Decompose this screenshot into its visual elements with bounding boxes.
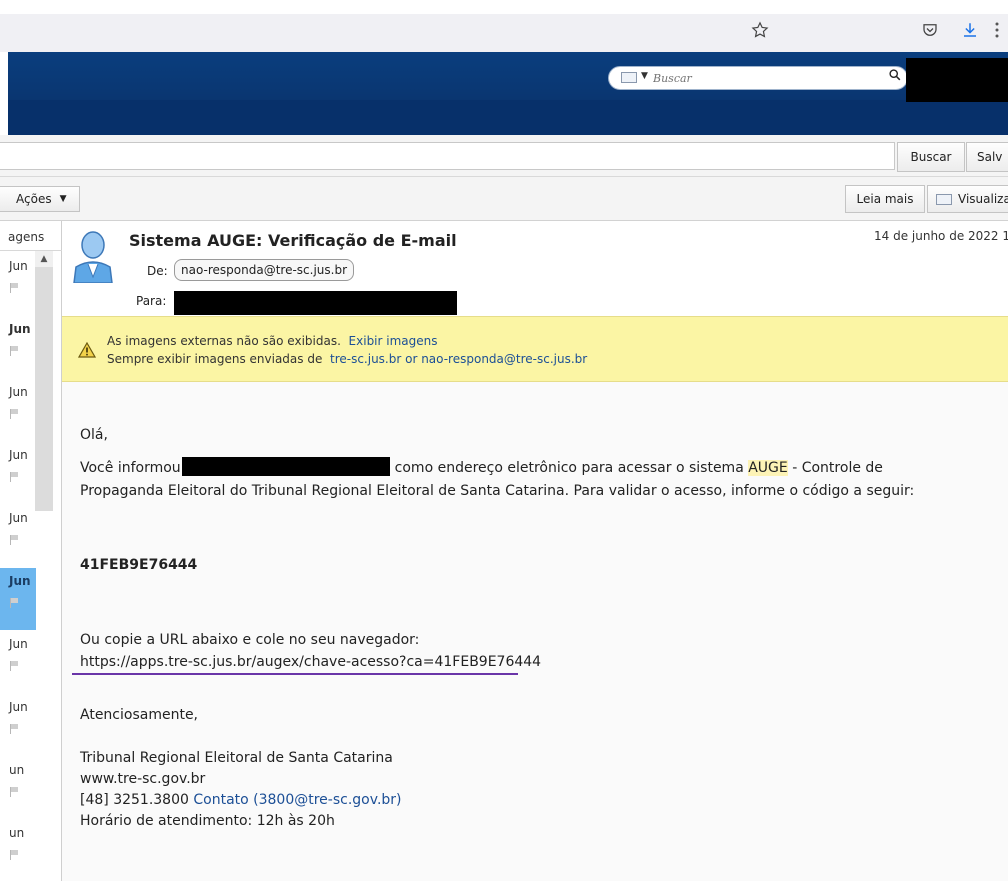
from-label: De: [147, 264, 168, 278]
sender-address[interactable]: nao-responda@tre-sc.jus.br [174, 259, 355, 281]
envelope-icon[interactable] [621, 72, 637, 83]
verification-code: 41FEB9E76444 [80, 557, 198, 573]
list-column-header[interactable]: agens [0, 221, 62, 251]
download-icon[interactable] [958, 18, 982, 42]
contact-link[interactable]: Contato [193, 792, 248, 808]
list-item-date: Jun [9, 322, 31, 336]
quick-search-bar: Buscar Salv [0, 135, 1008, 177]
list-item-date: Jun [9, 700, 28, 714]
flag-icon[interactable] [10, 850, 19, 860]
verification-url-link[interactable]: https://apps.tre-sc.jus.br/augex/chave-a… [80, 654, 541, 670]
list-item-date: Jun [9, 574, 31, 588]
caret-down-icon: ▼ [59, 194, 67, 204]
warning-icon [77, 341, 97, 358]
flag-icon[interactable] [10, 598, 19, 608]
caret-down-icon[interactable]: ▼ [641, 71, 648, 81]
notice-text-2: Sempre exibir imagens enviadas de [107, 352, 323, 366]
message-subject: Sistema AUGE: Verificação de E-mail [129, 231, 457, 250]
message-list: agens ▲ Jun Jun Jun Jun Jun Jun Jun Jun un un [0, 221, 62, 881]
quick-search-input[interactable] [0, 142, 895, 170]
header-band [8, 100, 1008, 135]
browser-toolbar [0, 0, 1008, 52]
flag-icon[interactable] [10, 661, 19, 671]
contact-email-link[interactable]: (3800@tre-sc.gov.br) [253, 792, 401, 808]
redacted-email [182, 457, 390, 476]
intro-text-after: como endereço eletrônico para acessar o … [394, 460, 744, 476]
envelope-icon [936, 193, 952, 205]
list-item[interactable]: Jun [0, 442, 36, 504]
message-header: Sistema AUGE: Verificação de E-mail 14 d… [62, 221, 1008, 316]
signature-website-link[interactable]: www.tre-sc.gov.br [80, 771, 205, 787]
list-item[interactable]: Jun [0, 568, 36, 630]
list-item-date: Jun [9, 448, 28, 462]
url-annotation-underline [72, 673, 518, 675]
notice-line-1: As imagens externas não são exibidas. Ex… [107, 334, 438, 348]
url-intro-text: Ou copie a URL abaixo e cole no seu nave… [80, 632, 420, 648]
list-item[interactable]: Jun [0, 505, 36, 567]
acoes-menu-button[interactable]: Ações ▼ [0, 186, 80, 212]
intro-line-2: Propaganda Eleitoral do Tribunal Regiona… [80, 483, 915, 499]
list-item[interactable]: Jun [0, 253, 36, 315]
list-item[interactable]: Jun [0, 694, 36, 756]
always-show-images-link[interactable]: tre-sc.jus.br or nao-responda@tre-sc.jus… [330, 352, 587, 366]
to-label: Para: [136, 294, 167, 308]
pocket-icon[interactable] [918, 18, 942, 42]
signature-hours: Horário de atendimento: 12h às 20h [80, 813, 335, 829]
signature-org: Tribunal Regional Eleitoral de Santa Cat… [80, 750, 393, 766]
sender-avatar [72, 227, 114, 284]
greeting-text: Olá, [80, 427, 108, 443]
message-actions-toolbar: Ações ▼ Leia mais Visualiza [0, 177, 1008, 221]
header-search-box[interactable]: ▼ [608, 66, 908, 90]
signature-contact-line: [48] 3251.3800 Contato (3800@tre-sc.gov.… [80, 792, 402, 808]
browser-toolbar-strip [0, 14, 1008, 52]
notice-text-1: As imagens externas não são exibidas. [107, 334, 341, 348]
list-item[interactable]: Jun [0, 631, 36, 693]
message-date: 14 de junho de 2022 15 [874, 229, 1008, 243]
signature-phone: [48] 3251.3800 [80, 792, 189, 808]
list-item[interactable]: Jun [0, 379, 36, 441]
list-item-date: Jun [9, 385, 28, 399]
leia-mais-button[interactable]: Leia mais [845, 185, 925, 213]
acoes-label: Ações [16, 192, 52, 206]
star-icon[interactable] [748, 18, 772, 42]
flag-icon[interactable] [10, 283, 19, 293]
list-item[interactable]: un [0, 757, 36, 819]
show-images-link[interactable]: Exibir imagens [349, 334, 438, 348]
menu-icon[interactable] [990, 18, 1004, 42]
flag-icon[interactable] [10, 787, 19, 797]
flag-icon[interactable] [10, 472, 19, 482]
message-pane: Sistema AUGE: Verificação de E-mail 14 d… [62, 221, 1008, 881]
intro-text-before: Você informou [80, 460, 181, 476]
search-icon[interactable] [889, 69, 901, 85]
intro-text-tail: - Controle de [792, 460, 883, 476]
flag-icon[interactable] [10, 535, 19, 545]
buscar-button[interactable]: Buscar [897, 142, 965, 172]
message-body: Olá, Você informou como endereço eletrôni… [62, 382, 1008, 881]
visualizar-button[interactable]: Visualiza [927, 185, 1008, 213]
auge-highlight: AUGE [748, 460, 788, 476]
scroll-up-icon[interactable]: ▲ [35, 251, 53, 267]
list-item-date: Jun [9, 637, 28, 651]
list-item[interactable]: Jun [0, 316, 36, 378]
list-item-date: un [9, 826, 25, 840]
flag-icon[interactable] [10, 409, 19, 419]
list-item-date: un [9, 763, 25, 777]
webmail-header: ▼ [8, 52, 1008, 135]
visualizar-label: Visualiza [958, 192, 1008, 206]
list-item[interactable]: un [0, 820, 36, 882]
header-search-input[interactable] [653, 70, 883, 86]
flag-icon[interactable] [10, 346, 19, 356]
list-scrollbar[interactable]: ▲ [35, 251, 53, 511]
list-item-date: Jun [9, 259, 28, 273]
flag-icon[interactable] [10, 724, 19, 734]
redacted-recipient [174, 291, 457, 315]
external-images-notice: As imagens externas não são exibidas. Ex… [62, 316, 1008, 382]
notice-line-2: Sempre exibir imagens enviadas de tre-sc… [107, 352, 587, 366]
list-item-date: Jun [9, 511, 28, 525]
closing-text: Atenciosamente, [80, 707, 199, 723]
redacted-user-area [906, 58, 1008, 102]
salvar-button[interactable]: Salv [966, 142, 1008, 172]
